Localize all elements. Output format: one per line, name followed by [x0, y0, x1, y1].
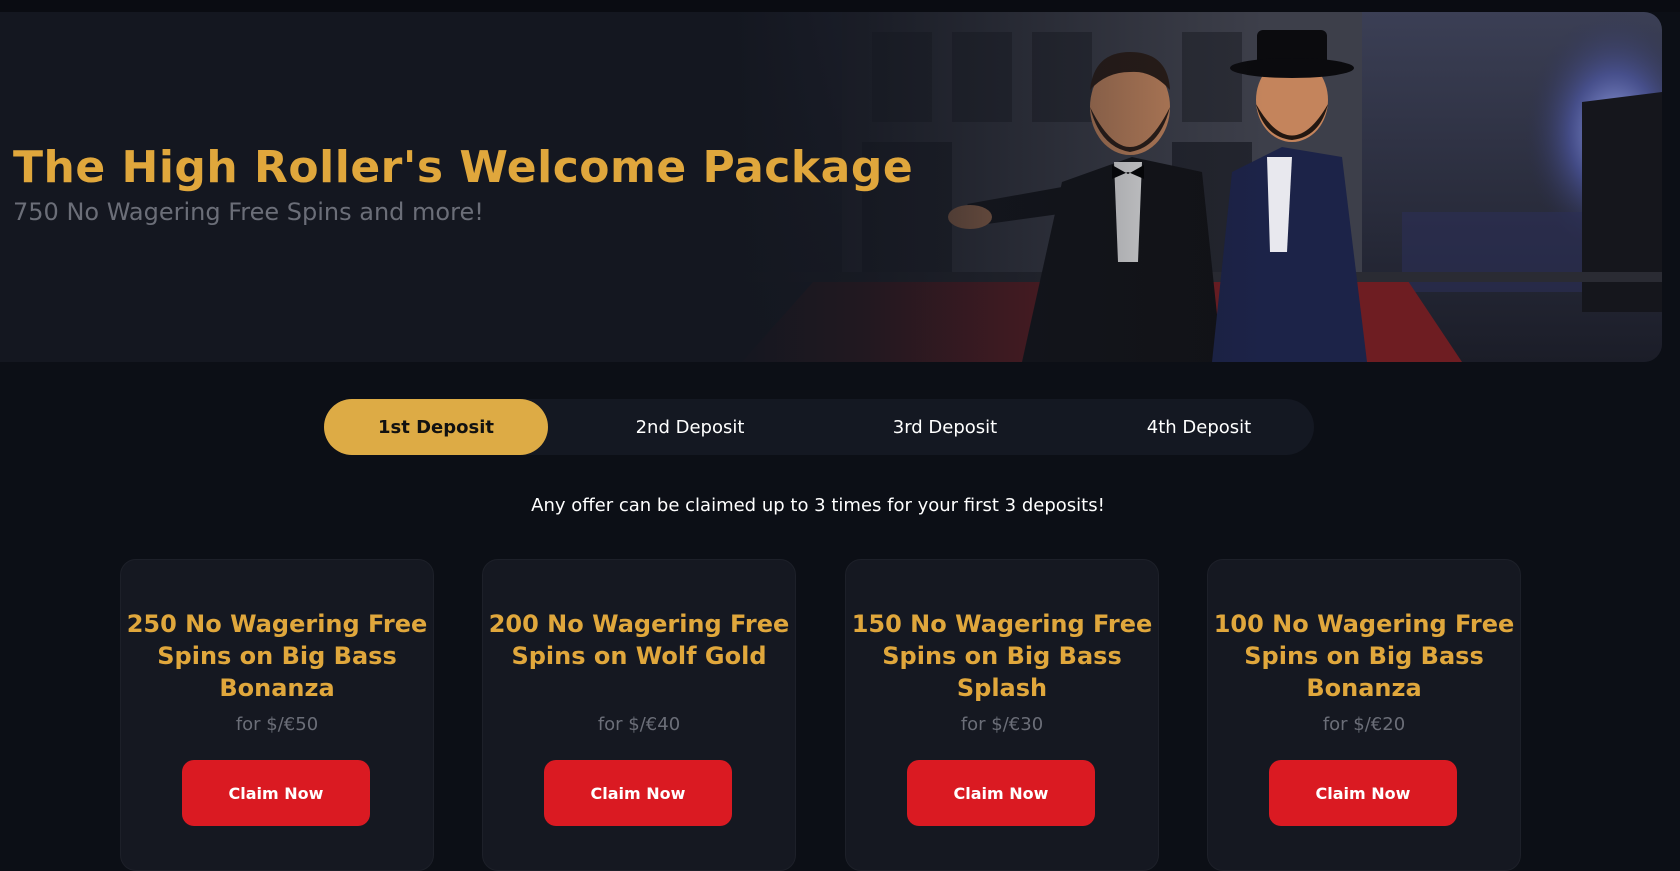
offer-title: 150 No Wagering Free Spins on Big Bass S…	[851, 610, 1153, 702]
tab-2nd-deposit[interactable]: 2nd Deposit	[578, 399, 802, 455]
claim-now-button[interactable]: Claim Now	[544, 760, 732, 826]
offer-price: for $/€40	[597, 714, 681, 735]
offer-card: 200 No Wagering Free Spins on Wolf Gold …	[482, 559, 796, 871]
offer-title: 100 No Wagering Free Spins on Big Bass B…	[1213, 610, 1515, 702]
offer-card: 250 No Wagering Free Spins on Big Bass B…	[120, 559, 434, 871]
tab-4th-deposit[interactable]: 4th Deposit	[1087, 399, 1311, 455]
offer-price: for $/€20	[1322, 714, 1406, 735]
hero-title: The High Roller's Welcome Package	[13, 142, 914, 193]
offer-price: for $/€30	[960, 714, 1044, 735]
tab-3rd-deposit[interactable]: 3rd Deposit	[833, 399, 1057, 455]
tab-1st-deposit[interactable]: 1st Deposit	[324, 399, 548, 455]
claim-now-button[interactable]: Claim Now	[1269, 760, 1457, 826]
offer-card: 150 No Wagering Free Spins on Big Bass S…	[845, 559, 1159, 871]
hero-banner: The High Roller's Welcome Package 750 No…	[0, 12, 1662, 362]
offer-title: 200 No Wagering Free Spins on Wolf Gold	[488, 610, 790, 670]
offer-title: 250 No Wagering Free Spins on Big Bass B…	[126, 610, 428, 702]
offer-price: for $/€50	[235, 714, 319, 735]
deposit-tabs: 1st Deposit 2nd Deposit 3rd Deposit 4th …	[324, 399, 1314, 455]
claim-now-button[interactable]: Claim Now	[907, 760, 1095, 826]
claim-now-button[interactable]: Claim Now	[182, 760, 370, 826]
hero-subtitle: 750 No Wagering Free Spins and more!	[13, 198, 484, 226]
top-bar	[0, 0, 1680, 12]
offer-card: 100 No Wagering Free Spins on Big Bass B…	[1207, 559, 1521, 871]
offer-notice: Any offer can be claimed up to 3 times f…	[531, 495, 1105, 516]
